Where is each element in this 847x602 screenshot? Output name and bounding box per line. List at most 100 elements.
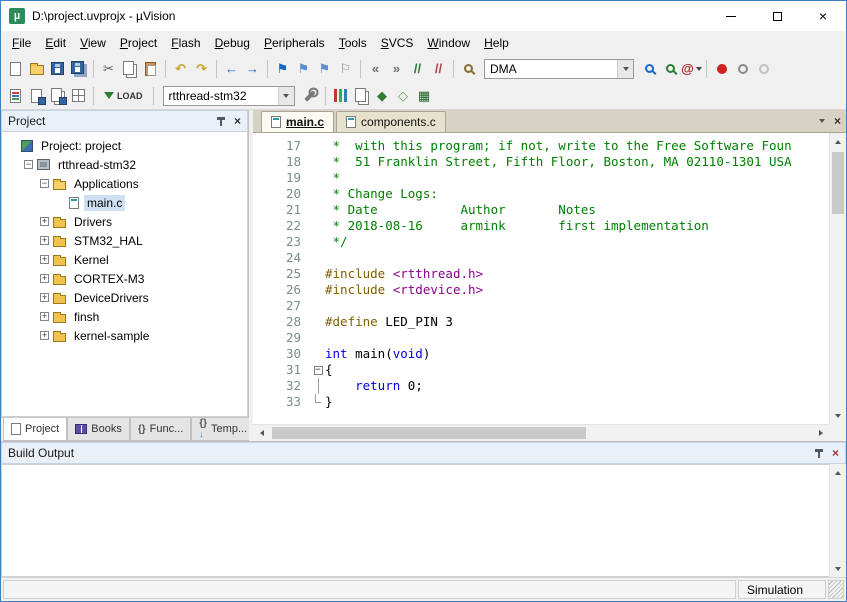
- select-packs-icon[interactable]: ◇: [393, 85, 414, 106]
- expander-plus-icon[interactable]: +: [40, 331, 49, 340]
- new-file-icon[interactable]: [5, 58, 26, 79]
- tree-item-stm32-hal[interactable]: +STM32_HAL: [2, 231, 247, 250]
- maximize-button[interactable]: [754, 1, 800, 31]
- navigate-forward-icon[interactable]: →: [242, 58, 263, 79]
- scroll-down-button[interactable]: [830, 407, 846, 424]
- paste-icon[interactable]: [140, 58, 161, 79]
- incremental-find-icon[interactable]: [660, 58, 681, 79]
- file-extensions-icon[interactable]: [351, 85, 372, 106]
- expander-plus-icon[interactable]: +: [40, 217, 49, 226]
- tree-item-main-c[interactable]: main.c: [2, 193, 247, 212]
- combo-dropdown-icon[interactable]: [278, 87, 294, 105]
- panel-tab-project[interactable]: Project: [3, 418, 67, 441]
- download-button[interactable]: LOAD: [98, 86, 149, 106]
- panel-tab-temp[interactable]: {}↓Temp...: [191, 418, 255, 441]
- find-icon[interactable]: [639, 58, 660, 79]
- tree-item-devicedrivers[interactable]: +DeviceDrivers: [2, 288, 247, 307]
- scroll-thumb[interactable]: [832, 152, 844, 214]
- fold-collapse-icon[interactable]: −: [311, 362, 325, 378]
- minimize-button[interactable]: [708, 1, 754, 31]
- panel-tab-books[interactable]: Books: [67, 418, 130, 441]
- comment-icon[interactable]: //: [407, 58, 428, 79]
- web-search-icon[interactable]: @: [681, 58, 702, 79]
- save-all-icon[interactable]: [68, 58, 89, 79]
- build-icon[interactable]: [26, 85, 47, 106]
- menu-item-help[interactable]: Help: [477, 33, 516, 53]
- undo-icon[interactable]: ↶: [170, 58, 191, 79]
- navigate-back-icon[interactable]: ←: [221, 58, 242, 79]
- runtime-environment-icon[interactable]: ◆: [372, 85, 393, 106]
- unindent-icon[interactable]: «: [365, 58, 386, 79]
- menu-item-edit[interactable]: Edit: [38, 33, 73, 53]
- tree-item-project-project[interactable]: Project: project: [2, 136, 247, 155]
- editor-vscrollbar[interactable]: [829, 133, 846, 424]
- editor-tab-main-c[interactable]: main.c: [261, 111, 334, 132]
- bookmark-next-icon[interactable]: ⚑: [314, 58, 335, 79]
- search-combo[interactable]: DMA: [484, 59, 634, 79]
- target-combo[interactable]: rtthread-stm32: [163, 86, 295, 106]
- redo-icon[interactable]: ↷: [191, 58, 212, 79]
- hscroll-track[interactable]: [270, 425, 812, 441]
- scroll-track[interactable]: [830, 481, 846, 560]
- open-file-icon[interactable]: [26, 58, 47, 79]
- menu-item-svcs[interactable]: SVCS: [374, 33, 421, 53]
- expander-plus-icon[interactable]: +: [40, 312, 49, 321]
- combo-dropdown-icon[interactable]: [617, 60, 633, 78]
- scroll-track[interactable]: [830, 150, 846, 407]
- bookmark-toggle-icon[interactable]: ⚑: [272, 58, 293, 79]
- expander-plus-icon[interactable]: +: [40, 274, 49, 283]
- chevron-down-icon[interactable]: [819, 119, 825, 123]
- editor-tab-components-c[interactable]: components.c: [336, 111, 446, 132]
- scroll-up-button[interactable]: [830, 133, 846, 150]
- uncomment-icon[interactable]: //: [428, 58, 449, 79]
- tree-item-rtthread-stm32[interactable]: −rtthread-stm32: [2, 155, 247, 174]
- indent-icon[interactable]: »: [386, 58, 407, 79]
- menu-item-flash[interactable]: Flash: [164, 33, 207, 53]
- tree-item-applications[interactable]: −Applications: [2, 174, 247, 193]
- hscroll-thumb[interactable]: [272, 427, 586, 439]
- menu-item-file[interactable]: File: [5, 33, 38, 53]
- tree-item-kernel[interactable]: +Kernel: [2, 250, 247, 269]
- breakpoint-clear-icon[interactable]: [753, 58, 774, 79]
- tree-item-finsh[interactable]: +finsh: [2, 307, 247, 326]
- menu-item-view[interactable]: View: [73, 33, 113, 53]
- cut-icon[interactable]: ✂: [98, 58, 119, 79]
- menu-item-debug[interactable]: Debug: [208, 33, 257, 53]
- translate-file-icon[interactable]: [5, 85, 26, 106]
- breakpoint-disable-icon[interactable]: [732, 58, 753, 79]
- scroll-up-button[interactable]: [830, 464, 846, 481]
- close-document-icon[interactable]: ×: [834, 115, 841, 127]
- pin-icon[interactable]: [815, 449, 823, 458]
- rebuild-icon[interactable]: [47, 85, 68, 106]
- copy-icon[interactable]: [119, 58, 140, 79]
- pin-icon[interactable]: [217, 117, 225, 126]
- resize-grip[interactable]: [828, 580, 844, 599]
- build-output-content[interactable]: [1, 464, 829, 577]
- tree-item-drivers[interactable]: +Drivers: [2, 212, 247, 231]
- menu-item-tools[interactable]: Tools: [332, 33, 374, 53]
- close-button[interactable]: ×: [800, 1, 846, 31]
- code-editor[interactable]: 17 * with this program; if not, write to…: [253, 133, 829, 424]
- expander-plus-icon[interactable]: +: [40, 236, 49, 245]
- expander-plus-icon[interactable]: +: [40, 255, 49, 264]
- close-panel-icon[interactable]: ×: [234, 115, 241, 127]
- pack-installer-icon[interactable]: ▦: [414, 85, 435, 106]
- scroll-right-button[interactable]: [812, 425, 829, 441]
- tree-item-cortex-m3[interactable]: +CORTEX-M3: [2, 269, 247, 288]
- expander-plus-icon[interactable]: +: [40, 293, 49, 302]
- bookmark-prev-icon[interactable]: ⚑: [293, 58, 314, 79]
- scroll-down-button[interactable]: [830, 560, 846, 577]
- editor-hscrollbar[interactable]: [253, 424, 829, 441]
- expander-minus-icon[interactable]: −: [40, 179, 49, 188]
- menu-item-peripherals[interactable]: Peripherals: [257, 33, 332, 53]
- find-in-files-icon[interactable]: [458, 58, 479, 79]
- breakpoint-icon[interactable]: [711, 58, 732, 79]
- save-icon[interactable]: [47, 58, 68, 79]
- bookmark-clear-icon[interactable]: ⚐: [335, 58, 356, 79]
- panel-tab-func[interactable]: {}Func...: [130, 418, 191, 441]
- scroll-left-button[interactable]: [253, 425, 270, 441]
- close-panel-icon[interactable]: ×: [832, 447, 839, 459]
- menu-item-project[interactable]: Project: [113, 33, 164, 53]
- target-options-icon[interactable]: [300, 85, 321, 106]
- manage-project-items-icon[interactable]: [330, 85, 351, 106]
